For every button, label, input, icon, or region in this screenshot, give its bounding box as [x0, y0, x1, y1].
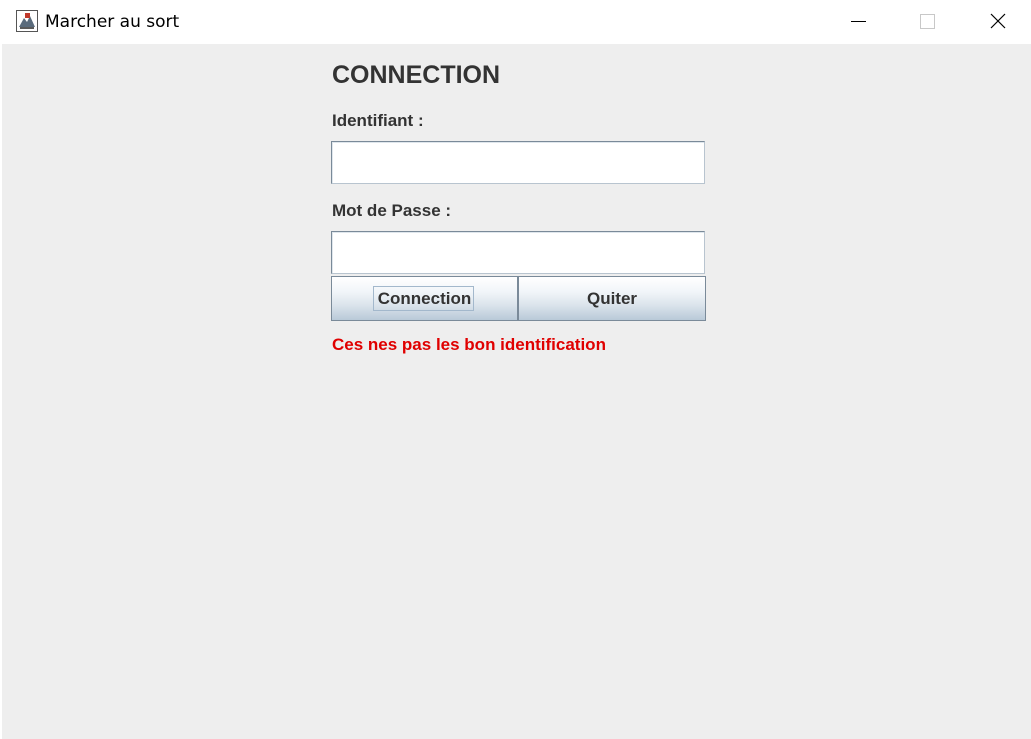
- java-app-icon: [16, 10, 38, 32]
- minimize-button[interactable]: [824, 0, 894, 44]
- maximize-button[interactable]: [892, 0, 962, 44]
- close-button[interactable]: [963, 0, 1031, 44]
- window-title: Marcher au sort: [45, 12, 180, 32]
- connection-button[interactable]: Connection: [331, 276, 518, 321]
- login-panel: CONNECTION Identifiant : Mot de Passe : …: [2, 44, 1031, 739]
- app-window: Marcher au sort CONNECTION Identifiant :…: [0, 0, 1031, 739]
- minimize-icon: [851, 21, 866, 22]
- quit-button[interactable]: Quiter: [518, 276, 706, 321]
- password-label: Mot de Passe :: [332, 201, 452, 220]
- username-label: Identifiant :: [332, 111, 424, 130]
- quit-button-label: Quiter: [586, 289, 638, 308]
- password-field[interactable]: [331, 231, 705, 274]
- error-message: Ces nes pas les bon identification: [332, 335, 606, 354]
- maximize-icon: [920, 14, 935, 29]
- close-icon: [990, 13, 1006, 29]
- username-field[interactable]: [331, 141, 705, 184]
- connection-button-label: Connection: [377, 289, 472, 308]
- title-bar[interactable]: Marcher au sort: [2, 0, 1031, 44]
- page-title: CONNECTION: [332, 61, 501, 89]
